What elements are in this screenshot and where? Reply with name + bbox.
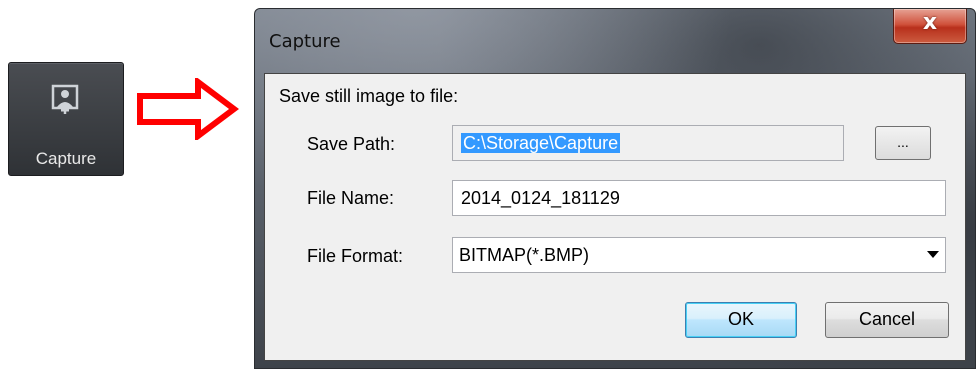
file-format-value: BITMAP(*.BMP) [459, 245, 590, 265]
file-name-field[interactable]: 2014_0124_181129 [452, 180, 946, 216]
close-button[interactable]: x [893, 9, 967, 44]
dialog-prompt: Save still image to file: [279, 86, 459, 106]
capture-dialog: Capture x Save still image to file: Save… [254, 8, 976, 369]
chevron-down-icon [927, 251, 939, 258]
capture-button-label: Capture [35, 149, 97, 168]
file-name-label: File Name: [307, 188, 395, 208]
dialog-client-area: Save still image to file: Save Path: C:\… [264, 73, 966, 361]
browse-button[interactable]: ... [875, 126, 931, 160]
capture-icon [51, 84, 79, 114]
right-arrow-icon [137, 78, 239, 140]
dialog-title: Capture [269, 31, 341, 52]
cancel-button[interactable]: Cancel [825, 302, 949, 338]
file-format-select[interactable]: BITMAP(*.BMP) [452, 237, 946, 273]
capture-toolbar-button[interactable]: Capture [8, 62, 124, 176]
save-path-field[interactable]: C:\Storage\Capture [452, 125, 844, 161]
save-path-label: Save Path: [307, 134, 396, 154]
save-path-value: C:\Storage\Capture [461, 133, 621, 153]
ok-button[interactable]: OK [685, 302, 797, 338]
close-icon: x [922, 10, 938, 35]
file-format-label: File Format: [307, 246, 404, 266]
